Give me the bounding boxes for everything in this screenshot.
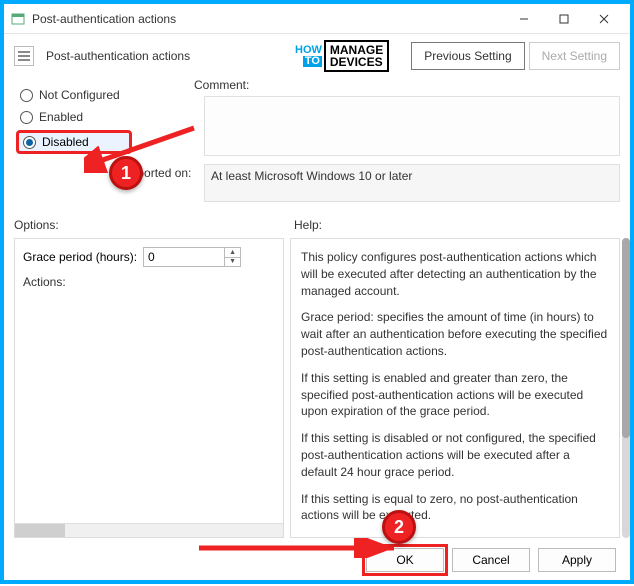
- policy-icon: [14, 46, 34, 66]
- cancel-button[interactable]: Cancel: [452, 548, 530, 572]
- scrollbar-thumb[interactable]: [15, 524, 65, 537]
- options-panel: Grace period (hours): ▲ ▼ Actions:: [14, 238, 284, 538]
- minimize-button[interactable]: [504, 5, 544, 33]
- apply-button[interactable]: Apply: [538, 548, 616, 572]
- help-paragraph: If this setting is disabled or not confi…: [301, 430, 609, 480]
- actions-label: Actions:: [23, 275, 275, 289]
- grace-period-spinner[interactable]: ▲ ▼: [143, 247, 241, 267]
- previous-setting-button[interactable]: Previous Setting: [411, 42, 524, 70]
- options-label: Options:: [14, 218, 59, 232]
- supported-on-box: At least Microsoft Windows 10 or later: [204, 164, 620, 202]
- help-paragraph: This policy configures post-authenticati…: [301, 249, 609, 299]
- help-paragraph: If this setting is enabled and greater t…: [301, 370, 609, 420]
- grace-period-label: Grace period (hours):: [23, 250, 137, 264]
- radio-icon: [20, 111, 33, 124]
- radio-icon: [20, 89, 33, 102]
- ok-button[interactable]: OK: [366, 548, 444, 572]
- options-horizontal-scrollbar[interactable]: [15, 523, 283, 537]
- next-setting-button[interactable]: Next Setting: [529, 42, 620, 70]
- content-area: Not Configured Enabled Disabled Comment:…: [4, 78, 630, 586]
- scrollbar-thumb[interactable]: [622, 238, 630, 438]
- help-paragraph: Actions: speci actions to take upon expi…: [301, 534, 609, 538]
- dialog-button-bar: OK Cancel Apply: [366, 548, 616, 572]
- help-panel[interactable]: This policy configures post-authenticati…: [290, 238, 620, 538]
- radio-disabled[interactable]: Disabled: [16, 130, 132, 154]
- radio-label: Not Configured: [39, 88, 120, 102]
- page-vertical-scrollbar[interactable]: [622, 238, 630, 538]
- supported-on-value: At least Microsoft Windows 10 or later: [211, 169, 412, 183]
- policy-subtitle: Post-authentication actions: [46, 49, 190, 63]
- spinner-up-icon[interactable]: ▲: [224, 248, 240, 258]
- radio-icon: [23, 136, 36, 149]
- help-paragraph: If this setting is equal to zero, no pos…: [301, 491, 609, 525]
- maximize-button[interactable]: [544, 5, 584, 33]
- comment-label: Comment:: [194, 78, 249, 92]
- help-paragraph: Grace period: specifies the amount of ti…: [301, 309, 609, 359]
- window-title: Post-authentication actions: [32, 12, 504, 26]
- spinner-down-icon[interactable]: ▼: [224, 258, 240, 267]
- site-logo: HOW TO MANAGE DEVICES: [295, 40, 389, 72]
- subheader: Post-authentication actions HOW TO MANAG…: [4, 34, 630, 78]
- titlebar: Post-authentication actions: [4, 4, 630, 34]
- app-icon: [10, 11, 26, 27]
- comment-textarea[interactable]: [204, 96, 620, 156]
- radio-label: Enabled: [39, 110, 83, 124]
- radio-label: Disabled: [42, 135, 89, 149]
- annotation-callout-1: 1: [109, 156, 143, 190]
- grace-period-input[interactable]: [144, 248, 224, 266]
- help-label: Help:: [294, 218, 322, 232]
- annotation-callout-2: 2: [382, 510, 416, 544]
- close-button[interactable]: [584, 5, 624, 33]
